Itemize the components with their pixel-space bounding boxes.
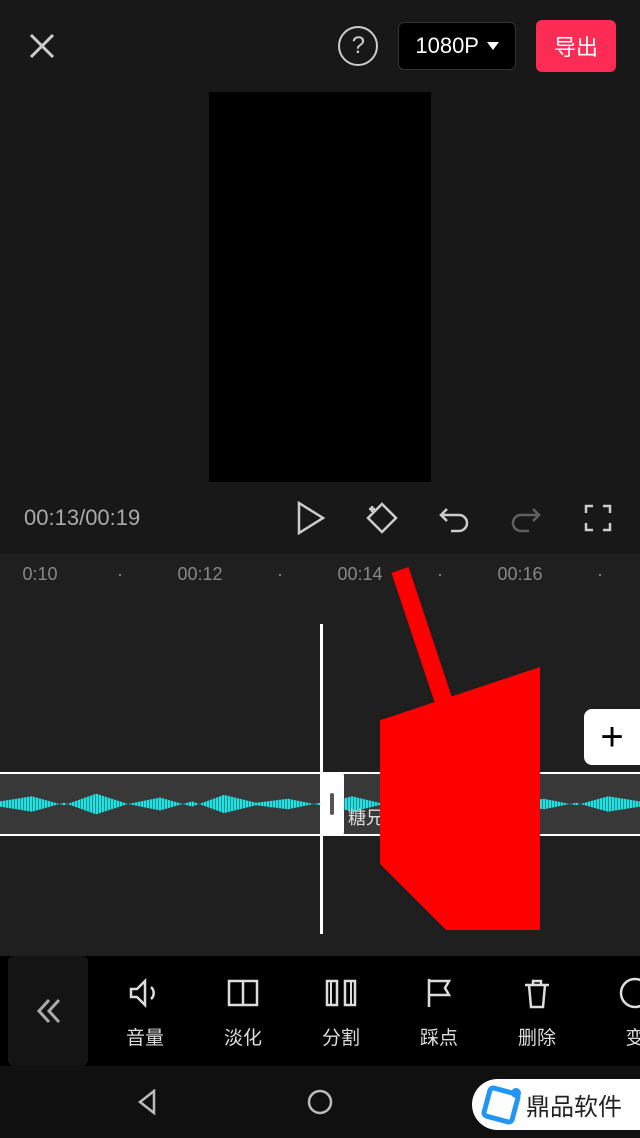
tool-volume[interactable]: 音量 xyxy=(96,973,194,1050)
add-clip-button[interactable]: + xyxy=(584,709,640,765)
resolution-select[interactable]: 1080P xyxy=(398,22,516,70)
volume-icon xyxy=(125,973,165,1013)
export-button[interactable]: 导出 xyxy=(536,20,616,72)
tool-beat[interactable]: 踩点 xyxy=(390,973,488,1050)
close-button[interactable] xyxy=(24,28,60,64)
undo-button[interactable] xyxy=(436,500,472,536)
flag-icon xyxy=(419,973,459,1013)
play-button[interactable] xyxy=(292,500,328,536)
fade-icon xyxy=(223,973,263,1013)
playhead[interactable] xyxy=(320,624,323,934)
tool-fade[interactable]: 淡化 xyxy=(194,973,292,1050)
trash-icon xyxy=(517,973,557,1013)
clip-split-handle[interactable] xyxy=(320,772,344,836)
clip-label: 糖兄创作的原声 xyxy=(348,804,474,830)
tool-change[interactable]: 变 xyxy=(586,973,640,1050)
fullscreen-button[interactable] xyxy=(580,500,616,536)
video-preview[interactable] xyxy=(0,92,640,482)
chevron-down-icon xyxy=(487,42,499,50)
watermark-logo-icon xyxy=(484,1088,518,1122)
redo-button[interactable] xyxy=(508,500,544,536)
change-icon xyxy=(615,973,640,1013)
watermark-badge: 鼎品软件 xyxy=(472,1079,640,1130)
tool-delete[interactable]: 删除 xyxy=(488,973,586,1050)
video-canvas xyxy=(209,92,431,482)
nav-home-button[interactable] xyxy=(302,1084,338,1120)
keyframe-add-button[interactable] xyxy=(364,500,400,536)
split-icon xyxy=(321,973,361,1013)
help-button[interactable]: ? xyxy=(338,26,378,66)
nav-back-button[interactable] xyxy=(129,1084,165,1120)
collapse-toolbar-button[interactable] xyxy=(8,956,88,1066)
timecode: 00:13/00:19 xyxy=(24,505,140,531)
timeline-ruler[interactable]: 0:10 · 00:12 · 00:14 · 00:16 · xyxy=(0,554,640,594)
timeline-area[interactable]: 糖兄创作的原声 + xyxy=(0,594,640,964)
resolution-value: 1080P xyxy=(415,33,479,59)
tool-split[interactable]: 分割 xyxy=(292,973,390,1050)
